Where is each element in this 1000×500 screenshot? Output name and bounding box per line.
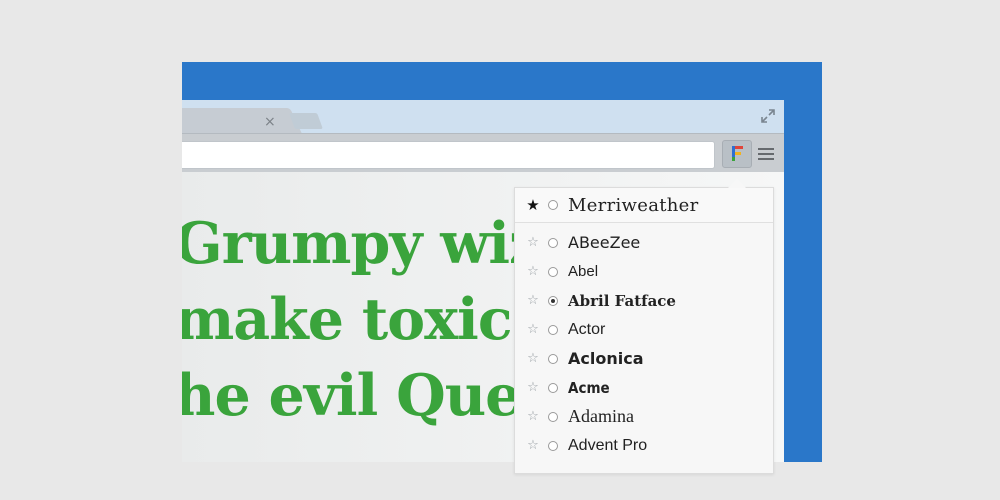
font-row-aclonica[interactable]: ☆ Aclonica (515, 344, 773, 373)
font-row-adamina[interactable]: ☆ Adamina (515, 402, 773, 431)
font-row-abeezee[interactable]: ☆ ABeeZee (515, 228, 773, 257)
star-icon[interactable]: ☆ (525, 438, 541, 453)
star-icon[interactable]: ☆ (525, 380, 541, 395)
filled-star-icon[interactable]: ★ (525, 196, 541, 214)
sample-text-line-1: Grumpy wiz (182, 210, 541, 277)
font-name: Merriweather (568, 194, 699, 216)
pinned-font-row[interactable]: ★ Merriweather (515, 188, 773, 223)
hamburger-menu-icon[interactable] (758, 148, 774, 160)
font-changer-extension-icon (732, 146, 743, 161)
restore-window-icon[interactable] (760, 108, 776, 124)
font-name: Aclonica (568, 349, 644, 368)
font-picker-popup: ★ Merriweather ☆ ABeeZee ☆ Abel ☆ Abril … (514, 187, 774, 474)
star-icon[interactable]: ☆ (525, 351, 541, 366)
font-extension-button[interactable] (722, 140, 752, 168)
font-radio[interactable] (548, 200, 558, 210)
font-radio[interactable] (548, 324, 558, 335)
font-row-actor[interactable]: ☆ Actor (515, 315, 773, 344)
font-radio[interactable] (548, 411, 558, 422)
font-row-abril-fatface[interactable]: ☆ Abril Fatface (515, 286, 773, 315)
font-name: Abel (568, 263, 599, 280)
tab-close-icon[interactable]: × (264, 115, 276, 129)
font-name: Actor (568, 320, 606, 338)
font-name: Abril Fatface (568, 291, 676, 310)
font-name: ABeeZee (568, 233, 641, 252)
font-name: Advent Pro (568, 436, 648, 454)
font-radio[interactable] (548, 382, 558, 393)
font-radio[interactable] (548, 440, 558, 451)
font-row-abel[interactable]: ☆ Abel (515, 257, 773, 286)
star-icon[interactable]: ☆ (525, 293, 541, 308)
sample-text-line-3: he evil Quee (182, 362, 557, 429)
address-bar[interactable] (182, 141, 715, 169)
star-icon[interactable]: ☆ (525, 264, 541, 279)
font-radio[interactable] (548, 266, 558, 277)
browser-toolbar (182, 133, 784, 172)
popup-arrow (728, 179, 746, 188)
font-radio-selected[interactable] (548, 295, 558, 306)
font-name: Adamina (568, 406, 634, 426)
font-radio[interactable] (548, 237, 558, 248)
star-icon[interactable]: ☆ (525, 409, 541, 424)
font-row-acme[interactable]: ☆ Acme (515, 373, 773, 402)
font-radio[interactable] (548, 353, 558, 364)
font-row-advent-pro[interactable]: ☆ Advent Pro (515, 431, 773, 460)
font-name: Acme (568, 378, 610, 397)
new-tab-button[interactable] (289, 113, 323, 129)
tab-strip: × (182, 100, 784, 134)
star-icon[interactable]: ☆ (525, 235, 541, 250)
sample-text: Grumpy wiz make toxic b he evil Quee (182, 206, 570, 434)
sample-text-line-2: make toxic b (182, 286, 570, 353)
star-icon[interactable]: ☆ (525, 322, 541, 337)
